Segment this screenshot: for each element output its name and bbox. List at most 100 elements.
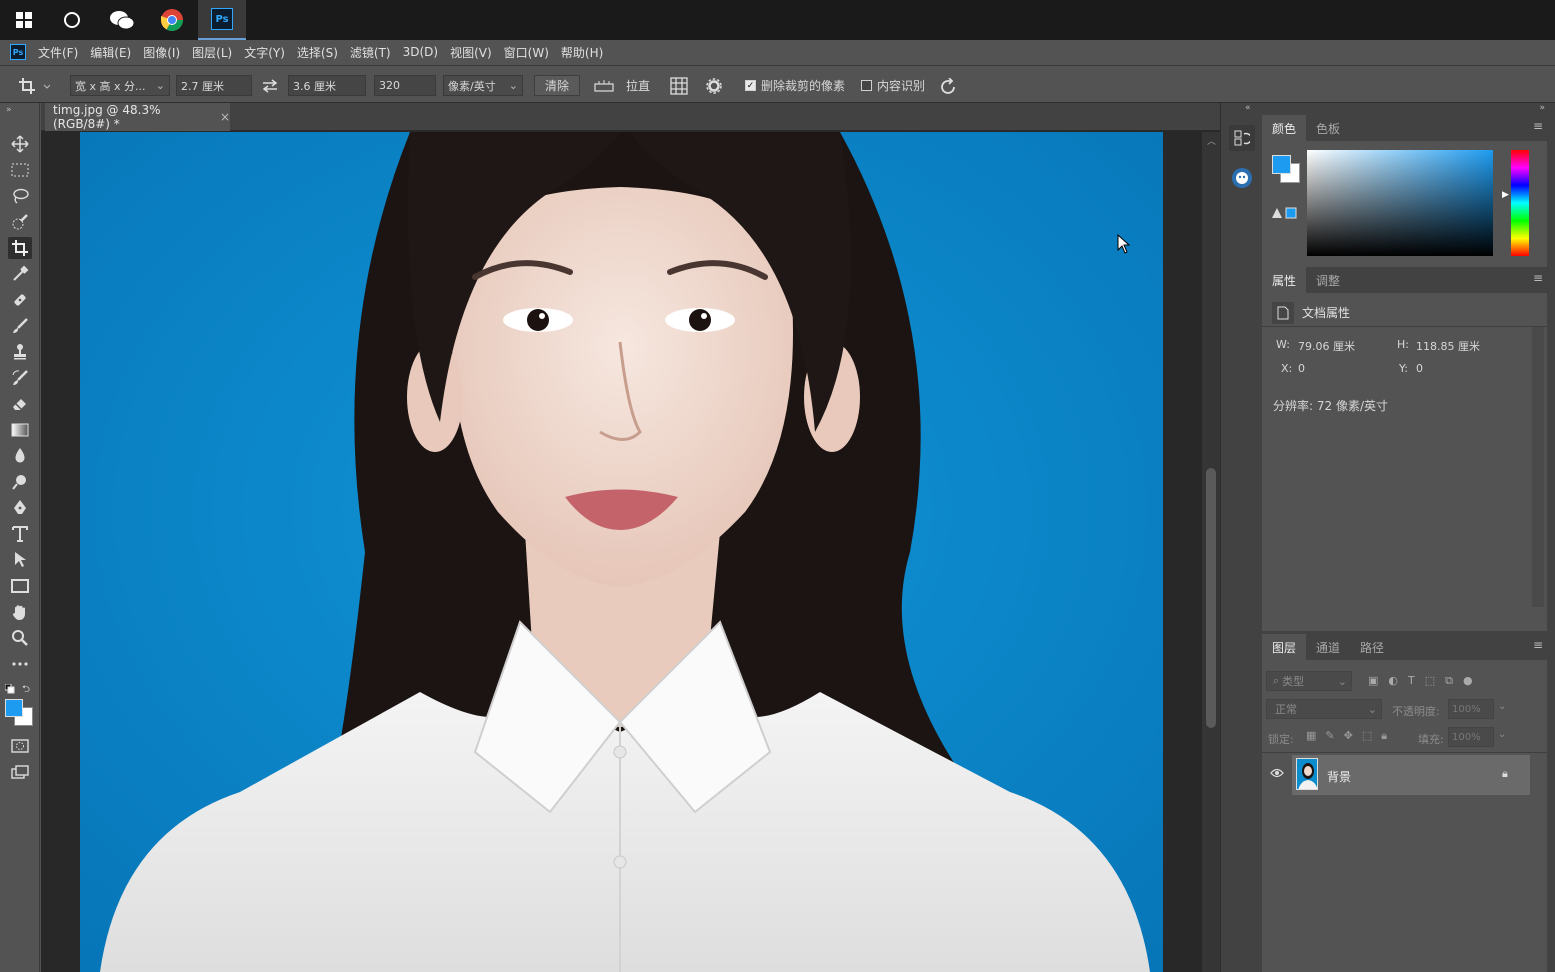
document-image[interactable] (80, 132, 1163, 972)
screen-mode-icon[interactable] (8, 761, 32, 783)
menu-filter[interactable]: 滤镜(T) (350, 44, 391, 61)
type-tool-icon[interactable] (8, 523, 32, 545)
menu-select[interactable]: 选择(S) (297, 44, 338, 61)
resolution-input[interactable]: 320 (374, 75, 436, 96)
tab-adjustments[interactable]: 调整 (1306, 267, 1350, 293)
menu-window[interactable]: 窗口(W) (504, 44, 549, 61)
menu-3d[interactable]: 3D(D) (403, 45, 438, 59)
path-selection-tool-icon[interactable] (8, 549, 32, 571)
crop-tool-icon[interactable] (8, 237, 32, 259)
layer-filter-select[interactable]: ⌕ 类型 ⌄ (1266, 671, 1352, 691)
menu-image[interactable]: 图像(I) (143, 44, 180, 61)
chrome-icon[interactable] (148, 0, 196, 40)
reset-undo-icon[interactable] (940, 75, 958, 96)
tab-properties[interactable]: 属性 (1262, 267, 1307, 293)
shape-layer-filter-icon[interactable]: ⬚ (1425, 674, 1435, 688)
brush-tool-icon[interactable] (8, 315, 32, 337)
eraser-tool-icon[interactable] (8, 393, 32, 415)
menu-help[interactable]: 帮助(H) (561, 44, 603, 61)
collapse-dock-icon[interactable]: « (1245, 103, 1251, 113)
cortana-icon[interactable] (48, 0, 96, 40)
tab-channels[interactable]: 通道 (1306, 634, 1350, 660)
filter-toggle-icon[interactable]: ● (1463, 674, 1473, 688)
marquee-tool-icon[interactable] (8, 159, 32, 181)
height-value[interactable]: 118.85 厘米 (1416, 338, 1480, 354)
tab-swatches[interactable]: 色板 (1306, 115, 1350, 141)
swap-colors-icon[interactable]: ⮌ (22, 682, 30, 699)
wechat-icon[interactable] (98, 0, 146, 40)
chevron-down-icon[interactable]: ⌄ (1498, 729, 1506, 740)
menu-view[interactable]: 视图(V) (450, 44, 492, 61)
lasso-tool-icon[interactable] (8, 185, 32, 207)
history-panel-icon[interactable] (1229, 125, 1255, 151)
layer-name[interactable]: 背景 (1327, 768, 1351, 785)
plugin-panel-icon[interactable] (1229, 165, 1255, 191)
menu-type[interactable]: 文字(Y) (244, 44, 285, 61)
type-layer-filter-icon[interactable]: T (1408, 674, 1415, 688)
properties-scrollbar[interactable] (1532, 327, 1544, 607)
healing-brush-tool-icon[interactable] (8, 289, 32, 311)
scrollbar-thumb[interactable] (1206, 468, 1216, 728)
menu-layer[interactable]: 图层(L) (192, 44, 232, 61)
adjustment-layer-filter-icon[interactable]: ◐ (1388, 674, 1398, 688)
gradient-tool-icon[interactable] (8, 419, 32, 441)
clone-stamp-tool-icon[interactable] (8, 341, 32, 363)
quick-mask-icon[interactable] (8, 735, 32, 757)
more-tools-icon[interactable] (8, 653, 32, 675)
hue-slider[interactable] (1511, 150, 1529, 256)
lock-artboard-icon[interactable]: ⬚ (1362, 729, 1372, 743)
grid-overlay-icon[interactable] (670, 75, 688, 96)
layer-row-background[interactable]: 背景 🔒︎ (1292, 755, 1530, 795)
ratio-preset-select[interactable]: 宽 x 高 x 分... ⌄ (70, 75, 170, 96)
opacity-input[interactable]: 100% (1448, 699, 1494, 719)
crop-width-input[interactable]: 2.7 厘米 (176, 75, 252, 96)
straighten-button[interactable]: 拉直 (626, 75, 650, 96)
x-value[interactable]: 0 (1298, 362, 1305, 375)
quick-selection-tool-icon[interactable] (8, 211, 32, 233)
gear-icon[interactable] (706, 75, 722, 96)
menu-file[interactable]: 文件(F) (38, 44, 78, 61)
color-picker-field[interactable] (1307, 150, 1493, 256)
delete-cropped-pixels-checkbox[interactable]: ✓ 删除裁剪的像素 (745, 75, 845, 96)
vertical-scrollbar[interactable]: ︿ (1202, 132, 1220, 972)
windows-start-icon[interactable] (0, 0, 48, 40)
layer-visibility-eye-icon[interactable] (1270, 767, 1284, 781)
out-of-gamut-warning-icon[interactable] (1272, 207, 1298, 222)
tab-color[interactable]: 颜色 (1262, 115, 1307, 141)
color-panel-foreground-swatch[interactable] (1272, 155, 1291, 174)
crop-height-input[interactable]: 3.6 厘米 (288, 75, 366, 96)
tab-layers[interactable]: 图层 (1262, 634, 1307, 660)
fill-input[interactable]: 100% (1448, 727, 1494, 747)
swap-dimensions-icon[interactable] (261, 75, 279, 96)
straighten-icon[interactable] (594, 75, 614, 96)
resolution-unit-select[interactable]: 像素/英寸 ⌄ (443, 75, 523, 96)
lock-image-pixels-icon[interactable]: ✎ (1325, 729, 1334, 743)
y-value[interactable]: 0 (1416, 362, 1423, 375)
panel-menu-icon[interactable]: ≡ (1533, 119, 1543, 133)
hue-slider-handle-icon[interactable]: ▶ (1502, 190, 1509, 200)
history-brush-tool-icon[interactable] (8, 367, 32, 389)
eyedropper-tool-icon[interactable] (8, 263, 32, 285)
lock-transparent-pixels-icon[interactable]: ▦ (1306, 729, 1316, 743)
collapse-toolbar-icon[interactable]: » (6, 105, 12, 115)
menu-edit[interactable]: 编辑(E) (90, 44, 131, 61)
width-value[interactable]: 79.06 厘米 (1298, 338, 1355, 354)
default-colors-icon[interactable] (4, 683, 15, 697)
photoshop-taskbar-icon[interactable]: Ps (198, 0, 246, 40)
pen-tool-icon[interactable] (8, 497, 32, 519)
panel-menu-icon[interactable]: ≡ (1533, 638, 1543, 652)
smart-object-filter-icon[interactable]: ⧉ (1445, 674, 1453, 688)
foreground-color-swatch[interactable] (5, 699, 23, 717)
crop-tool-preset-icon[interactable] (18, 75, 50, 96)
zoom-tool-icon[interactable] (8, 627, 32, 649)
pixel-layer-filter-icon[interactable]: ▣ (1368, 674, 1378, 688)
rectangle-tool-icon[interactable] (8, 575, 32, 597)
panel-menu-icon[interactable]: ≡ (1533, 271, 1543, 285)
hand-tool-icon[interactable] (8, 601, 32, 623)
move-tool-icon[interactable] (8, 133, 32, 155)
expand-panels-icon[interactable]: » (1539, 103, 1545, 113)
close-tab-icon[interactable]: × (220, 110, 230, 124)
document-tab[interactable]: timg.jpg @ 48.3%(RGB/8#) * × (45, 103, 230, 131)
content-aware-checkbox[interactable]: 内容识别 (861, 75, 925, 96)
blur-tool-icon[interactable] (8, 445, 32, 467)
